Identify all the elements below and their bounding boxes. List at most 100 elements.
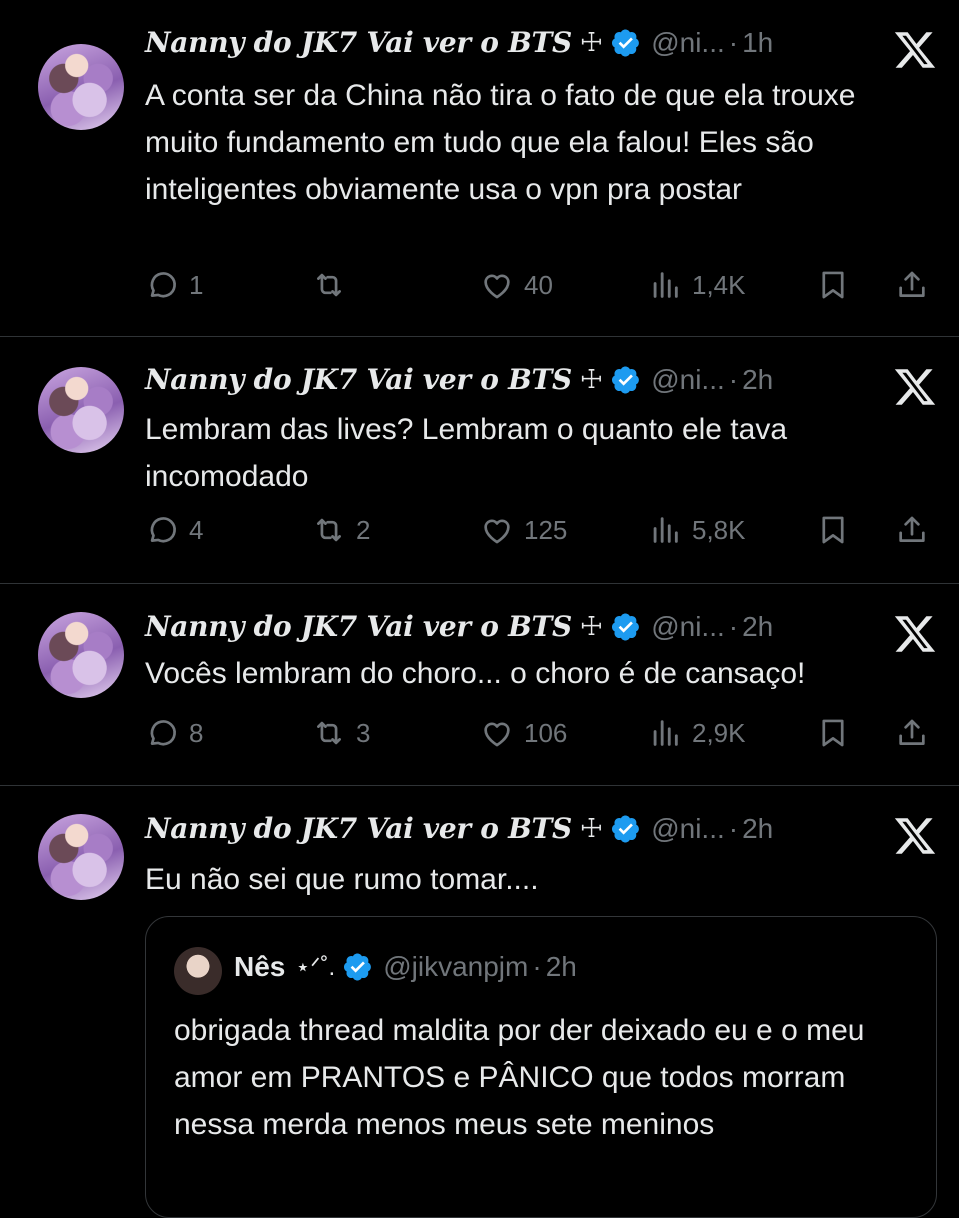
reply-button[interactable]: 8: [145, 713, 203, 753]
tweet-actions: 1 40 1,4K: [0, 265, 959, 305]
like-icon: [480, 268, 514, 302]
views-icon: [648, 268, 682, 302]
separator-dot: ·: [728, 610, 739, 642]
share-icon: [895, 268, 929, 302]
reply-count: 1: [189, 269, 204, 300]
views-button[interactable]: 1,4K: [648, 265, 746, 305]
x-logo-icon: [893, 28, 937, 72]
avatar[interactable]: [38, 612, 124, 698]
repost-icon: [312, 268, 346, 302]
quoted-tweet-text: obrigada thread maldita por der deixado …: [174, 1014, 865, 1141]
reply-button[interactable]: 1: [145, 265, 203, 305]
tweet-header: Nanny do JK7 Vai ver o BTS ☩ @ni... · 2h: [145, 812, 773, 845]
display-name[interactable]: Nanny do JK7 Vai ver o BTS: [145, 812, 572, 845]
separator-dot: ·: [728, 363, 739, 395]
user-handle[interactable]: @ni...: [651, 611, 725, 643]
share-icon: [895, 513, 929, 547]
user-handle[interactable]: @ni...: [651, 813, 725, 845]
tweet-text: A conta ser da China não tira o fato de …: [145, 79, 856, 206]
repost-count: 3: [356, 717, 371, 748]
quoted-name-decoration: ⋆ᐟ˚.: [295, 953, 336, 981]
tweet[interactable]: Nanny do JK7 Vai ver o BTS ☩ @ni... · 2h…: [0, 584, 959, 786]
bookmark-icon: [816, 268, 850, 302]
share-button[interactable]: [895, 265, 929, 305]
verified-badge-icon: [611, 612, 641, 642]
verified-badge-icon: [343, 952, 373, 982]
views-button[interactable]: 5,8K: [648, 510, 746, 550]
avatar[interactable]: [38, 44, 124, 130]
avatar[interactable]: [38, 367, 124, 453]
repost-button[interactable]: 2: [312, 510, 370, 550]
tweet-header: Nanny do JK7 Vai ver o BTS ☩ @ni... · 1h: [145, 26, 773, 59]
tweet-text: Lembram das lives? Lembram o quanto ele …: [145, 413, 788, 493]
repost-icon: [312, 716, 346, 750]
timestamp[interactable]: 2h: [742, 611, 773, 643]
tweet[interactable]: Nanny do JK7 Vai ver o BTS ☩ @ni... · 2h…: [0, 337, 959, 584]
quoted-tweet-header: Nês ⋆ᐟ˚. @jikvanpjm · 2h: [234, 951, 577, 983]
repost-button[interactable]: [312, 265, 356, 305]
verified-badge-icon: [611, 814, 641, 844]
quoted-avatar[interactable]: [174, 947, 222, 995]
share-icon: [895, 716, 929, 750]
display-name[interactable]: Nanny do JK7 Vai ver o BTS: [145, 610, 572, 643]
bookmark-icon: [816, 513, 850, 547]
timestamp[interactable]: 1h: [742, 27, 773, 59]
share-button[interactable]: [895, 510, 929, 550]
share-button[interactable]: [895, 713, 929, 753]
reply-count: 4: [189, 514, 204, 545]
quoted-tweet[interactable]: Nês ⋆ᐟ˚. @jikvanpjm · 2h obrigada thread…: [145, 916, 937, 1218]
views-button[interactable]: 2,9K: [648, 713, 746, 753]
avatar[interactable]: [38, 814, 124, 900]
like-button[interactable]: 40: [480, 265, 553, 305]
like-icon: [480, 716, 514, 750]
repost-icon: [312, 513, 346, 547]
tweet-text: Vocês lembram do choro... o choro é de c…: [145, 657, 806, 690]
bookmark-button[interactable]: [816, 713, 850, 753]
bookmark-icon: [816, 716, 850, 750]
bookmark-button[interactable]: [816, 510, 850, 550]
like-button[interactable]: 106: [480, 713, 567, 753]
repost-count: 2: [356, 514, 371, 545]
display-name[interactable]: Nanny do JK7 Vai ver o BTS: [145, 363, 572, 396]
tweet-header: Nanny do JK7 Vai ver o BTS ☩ @ni... · 2h: [145, 610, 773, 643]
verified-badge-icon: [611, 365, 641, 395]
reply-icon: [145, 513, 179, 547]
reply-icon: [145, 716, 179, 750]
x-logo-icon: [893, 365, 937, 409]
views-icon: [648, 716, 682, 750]
view-count: 5,8K: [692, 514, 746, 545]
tweet[interactable]: Nanny do JK7 Vai ver o BTS ☩ @ni... · 1h…: [0, 0, 959, 337]
cross-emoji: ☩: [579, 611, 604, 641]
view-count: 1,4K: [692, 269, 746, 300]
separator-dot: ·: [728, 26, 739, 58]
timestamp[interactable]: 2h: [742, 813, 773, 845]
separator-dot: ·: [532, 951, 542, 982]
view-count: 2,9K: [692, 717, 746, 748]
like-count: 40: [524, 269, 553, 300]
user-handle[interactable]: @ni...: [651, 27, 725, 59]
like-button[interactable]: 125: [480, 510, 567, 550]
quoted-display-name[interactable]: Nês: [234, 951, 285, 983]
repost-button[interactable]: 3: [312, 713, 370, 753]
verified-badge-icon: [611, 28, 641, 58]
quoted-user-handle[interactable]: @jikvanpjm: [383, 951, 528, 983]
like-count: 125: [524, 514, 568, 545]
cross-emoji: ☩: [579, 364, 604, 394]
reply-count: 8: [189, 717, 204, 748]
cross-emoji: ☩: [579, 813, 604, 843]
reply-icon: [145, 268, 179, 302]
tweet-actions: 4 2 125 5,8K: [0, 510, 959, 550]
quoted-timestamp[interactable]: 2h: [546, 951, 577, 983]
user-handle[interactable]: @ni...: [651, 364, 725, 396]
bookmark-button[interactable]: [816, 265, 850, 305]
display-name[interactable]: Nanny do JK7 Vai ver o BTS: [145, 26, 572, 59]
tweet-actions: 8 3 106 2,9K: [0, 713, 959, 753]
separator-dot: ·: [728, 812, 739, 844]
reply-button[interactable]: 4: [145, 510, 203, 550]
cross-emoji: ☩: [579, 27, 604, 57]
like-icon: [480, 513, 514, 547]
like-count: 106: [524, 717, 568, 748]
timestamp[interactable]: 2h: [742, 364, 773, 396]
views-icon: [648, 513, 682, 547]
x-logo-icon: [893, 814, 937, 858]
